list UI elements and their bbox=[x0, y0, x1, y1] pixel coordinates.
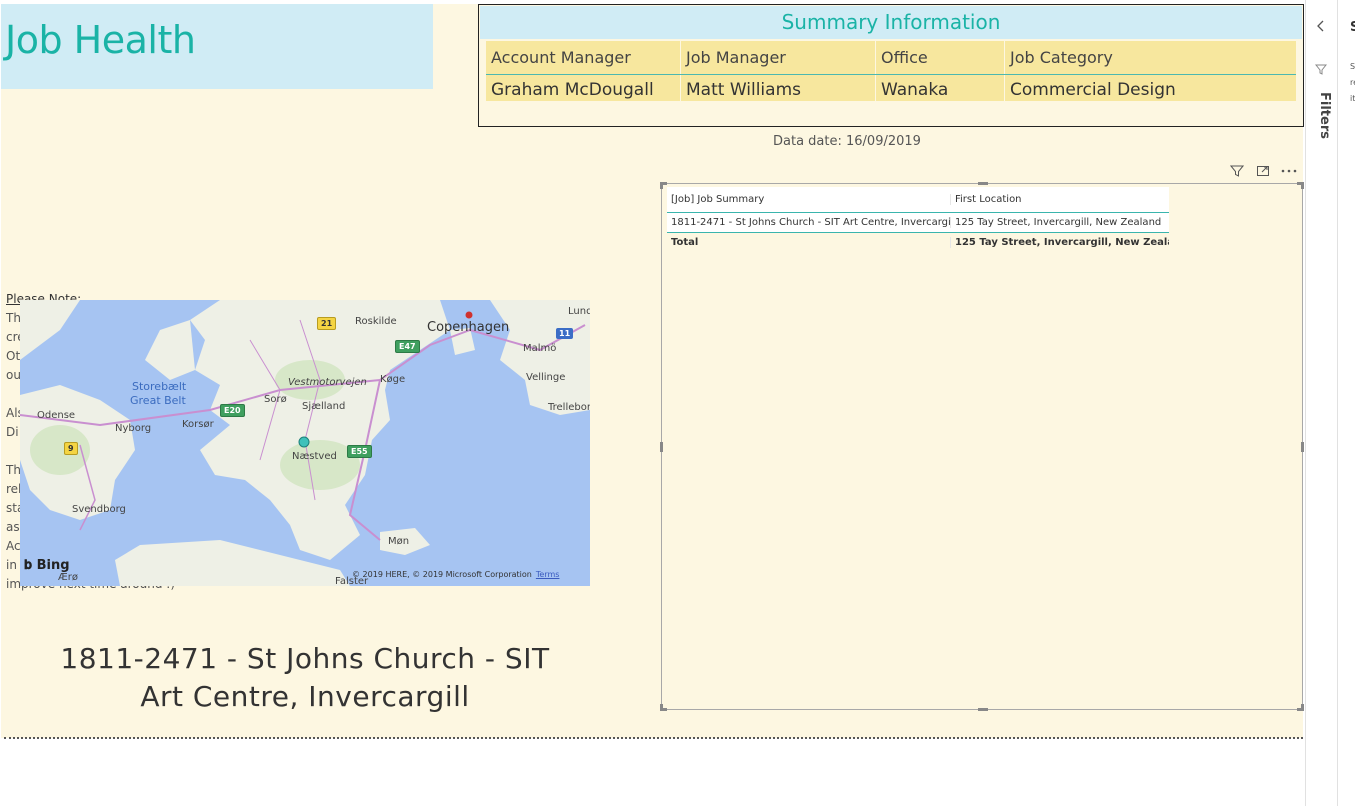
job-title-line: Art Centre, Invercargill bbox=[140, 680, 470, 713]
map-label-soro: Sorø bbox=[264, 394, 287, 405]
job-location-map[interactable]: Roskilde Copenhagen Malmö Lund Storebælt… bbox=[20, 300, 590, 586]
table-header-row: [Job] Job Summary First Location bbox=[667, 187, 1169, 213]
column-header-job-summary[interactable]: [Job] Job Summary bbox=[667, 194, 951, 205]
summary-card[interactable]: Summary Information Account Manager Job … bbox=[478, 4, 1304, 127]
page-title: Job Health bbox=[5, 18, 196, 62]
page-divider bbox=[4, 737, 1303, 739]
map-label-vestmotorvejen: Vestmotorvejen bbox=[288, 377, 367, 388]
map-label-mon: Møn bbox=[388, 536, 410, 547]
terms-link[interactable]: Terms bbox=[536, 570, 560, 579]
map-label-naestved: Næstved bbox=[292, 451, 337, 462]
map-label-svendborg: Svendborg bbox=[72, 504, 126, 515]
resize-handle[interactable] bbox=[660, 704, 663, 711]
filters-pane[interactable]: Filters bbox=[1305, 0, 1337, 806]
side-pane-text: re bbox=[1350, 78, 1355, 87]
chevron-left-icon[interactable] bbox=[1316, 18, 1326, 37]
job-manager-value: Matt Williams bbox=[681, 75, 876, 101]
total-label: Total bbox=[667, 236, 951, 248]
job-category-value: Commercial Design bbox=[1010, 80, 1176, 100]
map-label-korsor: Korsør bbox=[182, 419, 214, 430]
office-value: Wanaka bbox=[876, 75, 1005, 101]
report-canvas: Job Health Summary Information Account M… bbox=[0, 0, 1305, 806]
map-label-roskilde: Roskilde bbox=[355, 316, 397, 327]
job-title-card: 1811-2471 - St Johns Church - SIT Art Ce… bbox=[20, 640, 590, 716]
road-shield: 11 bbox=[556, 328, 574, 339]
summary-value-row: Graham McDougall Matt Williams Wanaka Co… bbox=[486, 75, 1296, 101]
map-copyright: © 2019 HERE, © 2019 Microsoft Corporatio… bbox=[352, 570, 559, 579]
road-shield: 21 bbox=[317, 317, 337, 330]
total-value: 125 Tay Street, Invercargill, New Zealan… bbox=[955, 236, 1169, 248]
side-pane-title: S bbox=[1350, 20, 1355, 35]
summary-header-row: Account Manager Job Manager Office Job C… bbox=[486, 41, 1296, 75]
data-date-label: Data date: 16/09/2019 bbox=[773, 134, 921, 149]
resize-handle[interactable] bbox=[1301, 442, 1304, 452]
summary-header-cell: Job Manager bbox=[681, 41, 876, 74]
focus-mode-icon[interactable] bbox=[1252, 161, 1274, 181]
map-label-sjaelland: Sjælland bbox=[302, 401, 346, 412]
column-header-first-location[interactable]: First Location bbox=[951, 194, 1169, 205]
road-shield: 9 bbox=[64, 442, 78, 455]
map-label-trelleborg: Trellebor bbox=[548, 402, 590, 413]
map-label-copenhagen: Copenhagen bbox=[427, 320, 510, 335]
road-shield: E20 bbox=[220, 404, 245, 417]
job-title-line: 1811-2471 - St Johns Church - SIT bbox=[60, 642, 550, 675]
resize-handle[interactable] bbox=[660, 182, 663, 189]
map-label-odense: Odense bbox=[37, 410, 76, 421]
resize-handle[interactable] bbox=[978, 708, 988, 711]
funnel-icon bbox=[1314, 64, 1328, 79]
resize-handle[interactable] bbox=[660, 442, 663, 452]
resize-handle[interactable] bbox=[1301, 704, 1304, 711]
title-banner: Job Health bbox=[1, 4, 433, 89]
summary-header-cell: Office bbox=[876, 41, 1005, 74]
road-shield: E47 bbox=[395, 340, 420, 353]
map-label-vellinge: Vellinge bbox=[526, 372, 566, 383]
road-shield: E55 bbox=[347, 445, 372, 458]
map-label-malmo: Malmö bbox=[523, 343, 557, 354]
map-terrain bbox=[20, 300, 590, 586]
bing-label: Bing bbox=[36, 558, 70, 573]
summary-title: Summary Information bbox=[781, 10, 1001, 34]
side-pane-text: S bbox=[1350, 62, 1355, 71]
bing-logo: 𝐛 Bing bbox=[24, 558, 70, 573]
summary-header-cell: Account Manager bbox=[486, 41, 681, 74]
table-cell: 125 Tay Street, Invercargill, New Zealan… bbox=[955, 217, 1162, 228]
job-location-pin bbox=[298, 436, 310, 448]
resize-handle[interactable] bbox=[978, 182, 988, 185]
summary-header-cell: Job Category bbox=[1010, 48, 1113, 67]
map-label-great-belt: Great Belt bbox=[130, 394, 186, 407]
summary-table: Account Manager Job Manager Office Job C… bbox=[486, 41, 1296, 101]
job-summary-table-visual[interactable]: [Job] Job Summary First Location 1811-24… bbox=[660, 182, 1304, 711]
map-label-nyborg: Nyborg bbox=[115, 423, 152, 434]
resize-handle[interactable] bbox=[1301, 182, 1304, 189]
bing-icon: 𝐛 bbox=[24, 558, 33, 573]
funnel-icon[interactable] bbox=[1226, 161, 1248, 181]
copenhagen-marker bbox=[465, 311, 473, 319]
more-options-icon[interactable] bbox=[1278, 161, 1300, 181]
copyright-text: © 2019 HERE, © 2019 Microsoft Corporatio… bbox=[352, 570, 532, 579]
table-row[interactable]: 1811-2471 - St Johns Church - SIT Art Ce… bbox=[667, 213, 1169, 233]
side-pane: S S re it bbox=[1337, 0, 1355, 806]
map-label-aero: Ærø bbox=[58, 572, 78, 583]
table-cell: 1811-2471 - St Johns Church - SIT Art Ce… bbox=[667, 217, 951, 228]
filters-label[interactable]: Filters bbox=[1310, 92, 1332, 152]
visual-header-toolbar bbox=[1222, 160, 1304, 182]
summary-header: Summary Information bbox=[480, 6, 1302, 39]
account-manager-value: Graham McDougall bbox=[486, 75, 681, 101]
map-label-koge: Køge bbox=[380, 374, 406, 385]
table-total-row: Total 125 Tay Street, Invercargill, New … bbox=[667, 233, 1169, 251]
side-pane-text: it bbox=[1350, 94, 1355, 103]
map-label-lund: Lund bbox=[568, 306, 590, 317]
map-label-storebaelt: Storebælt bbox=[132, 380, 187, 393]
job-table: [Job] Job Summary First Location 1811-24… bbox=[667, 187, 1169, 251]
